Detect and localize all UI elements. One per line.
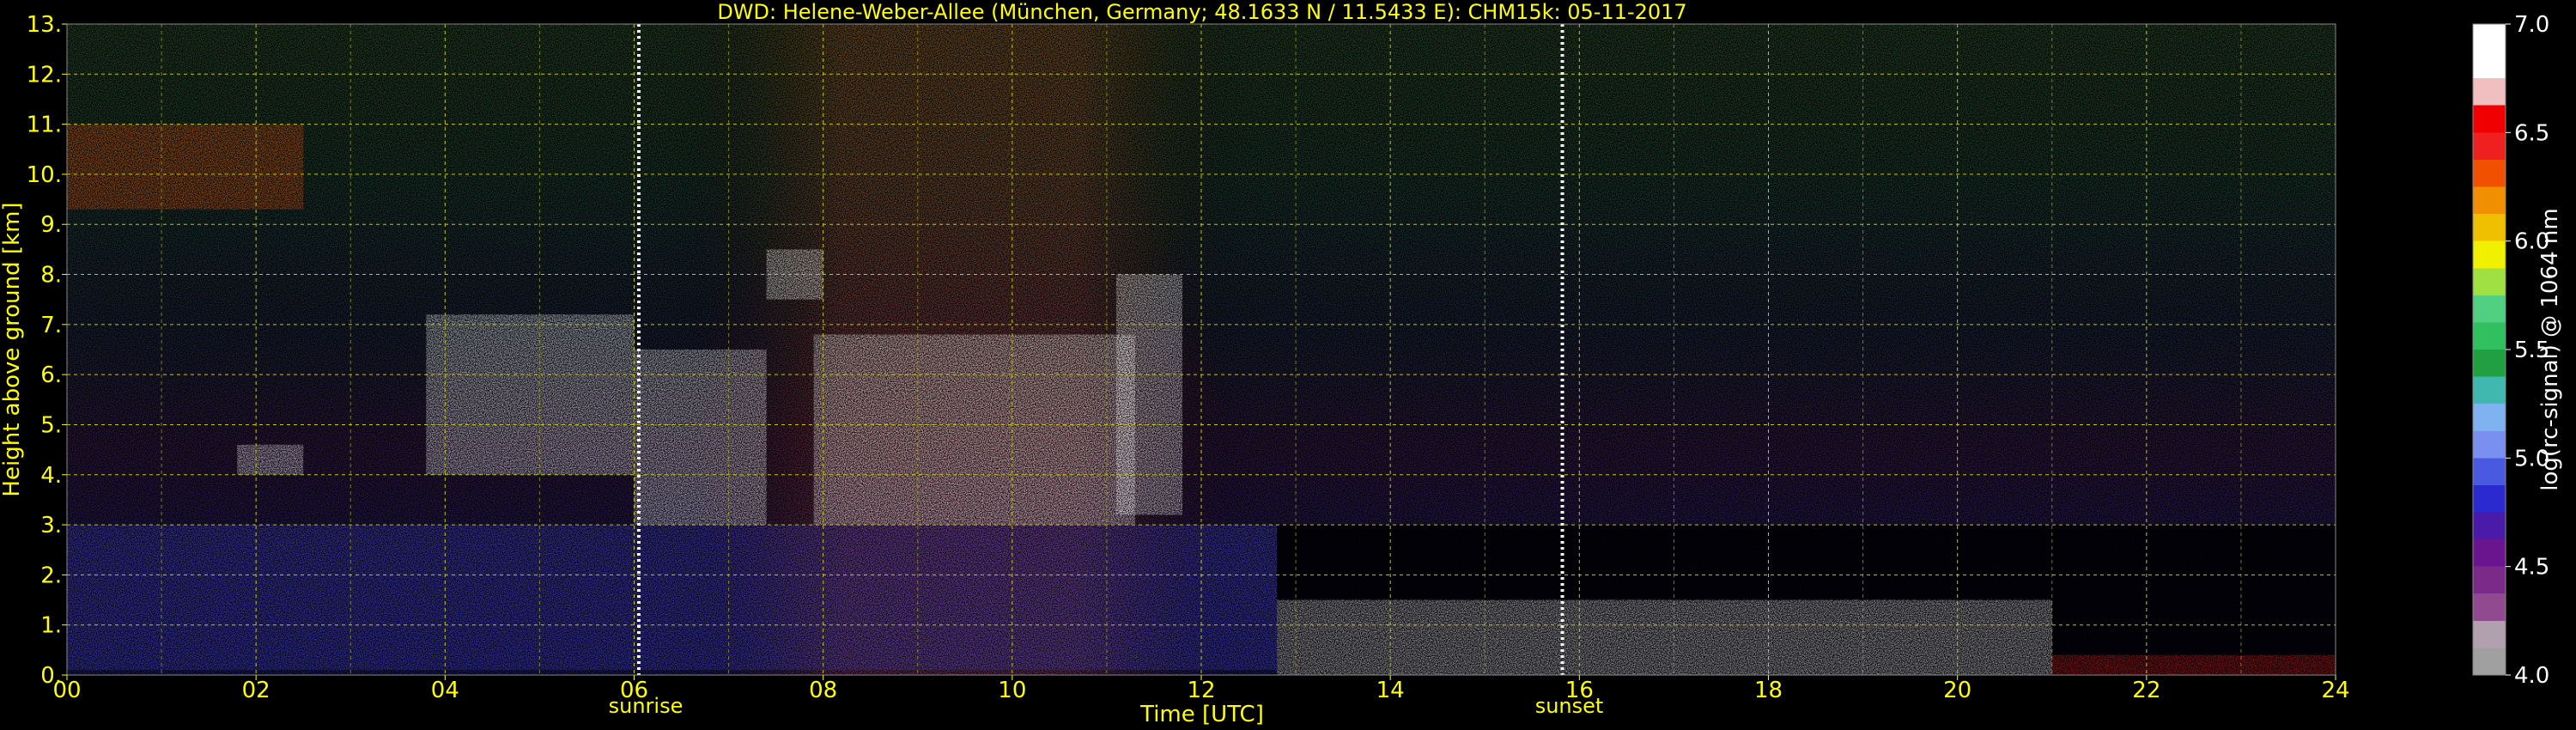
cloud-layer — [2051, 654, 2336, 675]
y-tick-label: 6. — [40, 362, 62, 388]
cloud-layer — [237, 444, 304, 475]
y-tick-label: 3. — [40, 513, 62, 538]
x-tick-label: 06 — [620, 678, 648, 703]
x-tick-label: 02 — [242, 678, 270, 703]
chart-title: DWD: Helene-Weber-Allee (München, German… — [717, 0, 1686, 24]
x-tick-label: 10 — [998, 678, 1026, 703]
colorbar-tick-label: 6.5 — [2514, 120, 2549, 146]
y-tick-label: 7. — [40, 313, 62, 338]
y-tick-label: 11. — [27, 113, 62, 138]
lidar-chart: DWD: Helene-Weber-Allee (München, German… — [0, 0, 2563, 727]
x-tick-label: 20 — [1943, 678, 1971, 703]
boundary-layer — [67, 525, 1278, 671]
y-tick-label: 2. — [40, 563, 62, 588]
cloud-layer — [813, 334, 1135, 526]
y-tick-label: 1. — [40, 613, 62, 639]
x-tick-label: 12 — [1187, 678, 1215, 703]
cloud-layer — [426, 314, 635, 475]
x-tick-label: 16 — [1565, 678, 1594, 703]
y-tick-label: 9. — [40, 212, 62, 238]
colorbar-tick-label: 4.5 — [2514, 555, 2549, 581]
x-tick-label: 04 — [431, 678, 459, 703]
cloud-layer — [67, 124, 304, 210]
y-axis-label: Height above ground [km] — [0, 202, 25, 496]
plot-area — [66, 23, 2336, 676]
x-tick-label: 22 — [2132, 678, 2160, 703]
x-tick-label: 24 — [2321, 678, 2349, 703]
colorbar-tick-label: 4.0 — [2514, 663, 2549, 689]
y-tick-label: 13. — [27, 12, 62, 38]
colorbar-label: log(rc-signal) @ 1064 nm — [2537, 208, 2563, 490]
x-tick-label: 08 — [809, 678, 837, 703]
cloud-layer — [1115, 274, 1182, 515]
y-tick-label: 10. — [27, 162, 62, 188]
x-axis-label: Time [UTC] — [1139, 702, 1264, 727]
cloud-layer — [1277, 599, 2052, 675]
colorbar-tick-label: 7.0 — [2514, 12, 2549, 38]
y-tick-label: 4. — [40, 463, 62, 489]
x-tick-label: 14 — [1376, 678, 1405, 703]
y-tick-label: 0. — [40, 663, 62, 689]
colorbar: 4.04.55.05.56.06.57.0 log(rc-signal) @ 1… — [2472, 12, 2563, 689]
y-tick-label: 12. — [27, 62, 62, 88]
y-tick-label: 8. — [40, 263, 62, 289]
x-tick-label: 18 — [1754, 678, 1783, 703]
y-axis-ticks: 0. 1. 2. 3. 4. 5. 6. 7. 8. 9. 10. 11. 12. 13. — [27, 12, 67, 689]
cloud-layer — [634, 350, 767, 526]
y-tick-label: 5. — [40, 412, 62, 438]
colorbar-scale — [2472, 23, 2506, 676]
